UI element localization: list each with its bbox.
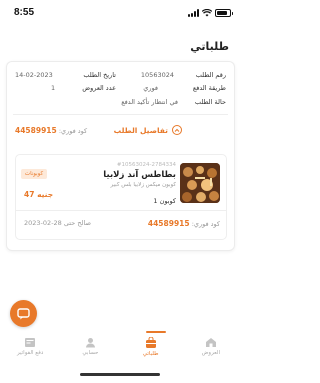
order-fawry-code: كود فوري: 44589915 (15, 126, 87, 135)
nav-item-orders[interactable]: طلباتي (121, 333, 181, 363)
order-date-value: 14-02-2023 (15, 71, 53, 79)
product-code: #10563024-2784334 (116, 162, 176, 168)
payment-method-value: فوري (143, 84, 158, 92)
signal-icon (188, 9, 199, 17)
product-fawry-code-label: كود فوري: (191, 220, 220, 228)
payment-method-label: طريقة الدفع (192, 84, 226, 92)
nav-label-account: حسابي (82, 350, 99, 356)
product-name: بطاطس آند زلابيا (103, 170, 176, 180)
page-title: طلباتي (190, 40, 229, 53)
fawry-code-label: كود فوري: (58, 127, 88, 135)
status-icons (188, 8, 233, 17)
chat-button[interactable] (10, 300, 37, 327)
nav-label-orders: طلباتي (142, 351, 159, 357)
chevron-up-icon (172, 125, 182, 135)
order-status-label: حالة الطلب (194, 98, 226, 106)
order-number-label: رقم الطلب (195, 71, 226, 79)
offers-count-value: 1 (51, 84, 56, 92)
orders-bag-icon (145, 337, 156, 348)
product-description: كوبون ميكس زلابيا بلس كبير (110, 182, 176, 188)
order-status-value: في انتظار تأكيد الدفع (121, 98, 178, 106)
coupon-badge: كوبونات (21, 169, 47, 179)
product-image (180, 163, 220, 203)
home-icon (205, 338, 216, 347)
valid-until: صالح حتى 28-02-2023 (24, 219, 92, 227)
order-number-value: 10563024 (140, 71, 174, 79)
nav-item-account[interactable]: حسابي (60, 333, 120, 363)
user-icon (85, 338, 95, 348)
chat-icon (17, 307, 30, 319)
nav-label-bills: دفع الفواتير (16, 350, 44, 356)
status-bar: 8:55 (0, 0, 241, 24)
product-card[interactable]: #10563024-2784334 بطاطس آند زلابيا كوبون… (15, 154, 227, 240)
order-details-label: تفاصيل الطلب (113, 125, 168, 135)
order-date-label: تاريخ الطلب (83, 71, 116, 79)
status-time: 8:55 (14, 7, 35, 18)
order-card: رقم الطلب 10563024 تاريخ الطلب 14-02-202… (6, 61, 235, 251)
product-price: 47 جنيه (24, 190, 54, 199)
battery-icon (215, 9, 233, 17)
fawry-code-value: 44589915 (15, 126, 57, 135)
bills-icon (25, 338, 36, 347)
nav-item-offers[interactable]: العروض (181, 333, 241, 363)
nav-item-bills[interactable]: دفع الفواتير (0, 333, 60, 363)
order-details-link[interactable]: تفاصيل الطلب (114, 125, 182, 135)
card-divider (13, 114, 228, 115)
bottom-nav: العروض طلباتي حسابي دفع الفواتير (0, 333, 241, 363)
offers-count-label: عدد العروض (82, 84, 116, 92)
wifi-icon (202, 9, 212, 17)
product-fawry-code-value: 44589915 (147, 219, 190, 228)
product-quantity: 1 كوبون (153, 197, 176, 205)
nav-label-offers: العروض (201, 350, 220, 356)
product-divider (16, 210, 226, 211)
product-fawry-code: كود فوري: 44589915 (148, 219, 220, 228)
home-indicator (80, 373, 160, 376)
